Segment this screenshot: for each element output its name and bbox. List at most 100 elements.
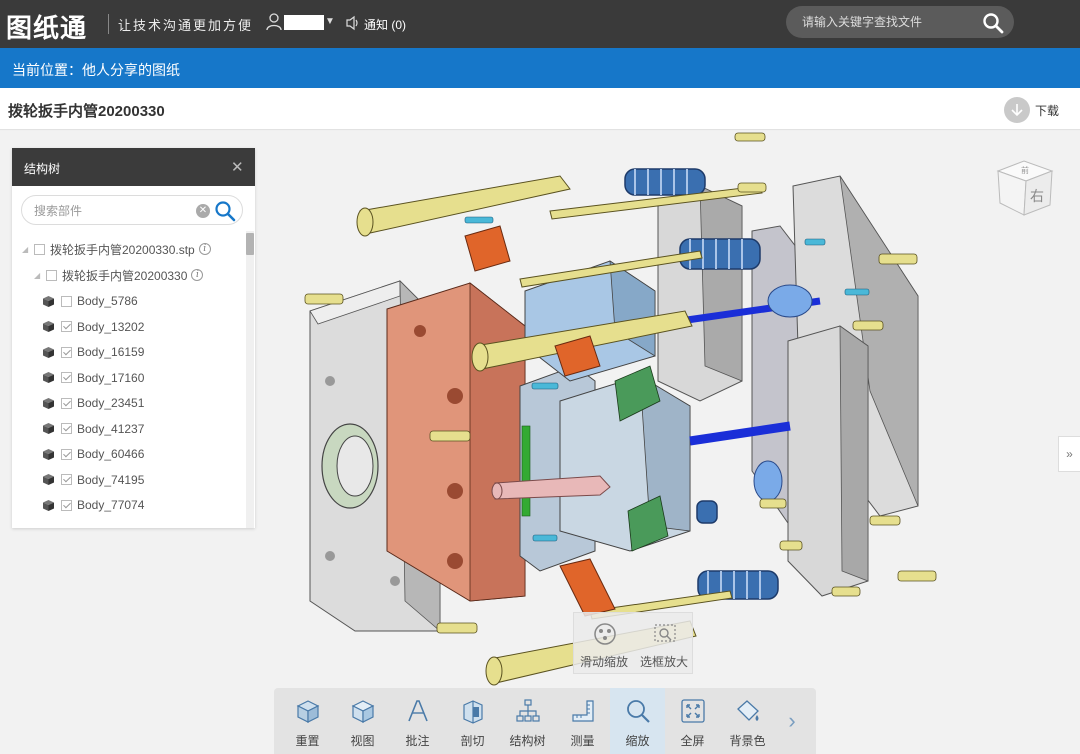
view-cube-top-label: 前 [1021, 165, 1029, 175]
header-search-input[interactable] [802, 14, 972, 30]
tree-node-body[interactable]: Body_23451 [42, 392, 144, 414]
expand-panel-tab[interactable]: » [1058, 436, 1080, 472]
tree-node-body[interactable]: Body_13202 [42, 316, 144, 338]
section-label: 剖切 [460, 734, 485, 748]
fullscreen-label: 全屏 [680, 734, 705, 748]
tree-node-label: Body_17160 [77, 370, 145, 385]
logo-divider [108, 14, 109, 34]
tree-header: 结构树 ✕ [12, 148, 255, 186]
app-logo[interactable]: 图纸通 [6, 8, 87, 45]
body-cube-icon [43, 423, 54, 434]
view-label: 视图 [350, 734, 375, 748]
search-icon[interactable] [982, 12, 1004, 34]
chevron-right-icon[interactable]: › [780, 708, 804, 734]
caret-down-icon[interactable]: ◢ [34, 271, 42, 280]
tree-checkbox[interactable] [61, 346, 72, 358]
reset-button[interactable]: 重置 [280, 688, 335, 754]
tree-node-label: Body_41237 [77, 421, 145, 436]
box-zoom-option[interactable]: 选框放大 [634, 613, 694, 675]
tree-scrollbar-thumb[interactable] [246, 233, 254, 255]
tree-node-body[interactable]: Body_77074 [42, 494, 144, 516]
caret-down-icon[interactable]: ◢ [22, 245, 30, 254]
reset-label: 重置 [295, 734, 320, 748]
download-icon [1004, 97, 1030, 123]
annotate-button[interactable]: 批注 [390, 688, 445, 754]
user-name-redacted[interactable] [284, 15, 324, 30]
magnifier-icon [627, 700, 650, 723]
tree-node-assembly[interactable]: ◢ 拨轮扳手内管20200330 i [34, 264, 204, 286]
body-cube-icon [43, 474, 54, 485]
search-icon[interactable] [214, 200, 236, 222]
tree-search-input[interactable] [34, 203, 184, 219]
tree-checkbox[interactable] [61, 295, 72, 307]
tree-node-body[interactable]: Body_60466 [42, 443, 144, 465]
tree-icon [516, 699, 540, 722]
tree-checkbox[interactable] [61, 423, 72, 434]
tree-checkbox[interactable] [46, 269, 57, 281]
structure-tree-panel: 结构树 ✕ ✕ ◢ 拨轮扳手内管20200330.stp i ◢ 拨轮扳手内管 [12, 148, 255, 528]
tree-node-label: 拨轮扳手内管20200330 [62, 268, 188, 283]
tree-checkbox[interactable] [61, 397, 72, 409]
tree-node-body[interactable]: Body_5786 [42, 290, 138, 312]
download-label: 下载 [1035, 104, 1060, 118]
tree-node-body[interactable]: Body_17160 [42, 367, 144, 389]
zoom-button[interactable]: 缩放 [610, 688, 665, 754]
speaker-icon[interactable] [346, 15, 360, 31]
tree-search: ✕ [21, 195, 243, 225]
view-button[interactable]: 视图 [335, 688, 390, 754]
box-zoom-label: 选框放大 [639, 655, 688, 669]
ruler-icon [572, 700, 594, 722]
breadcrumb: 当前位置：他人分享的图纸 [0, 48, 1080, 88]
reset-icon [296, 700, 320, 723]
tree-node-label: Body_77074 [77, 498, 145, 512]
notification-link[interactable]: 通知 (0) [364, 16, 406, 33]
box-zoom-icon [654, 624, 676, 642]
annotate-label: 批注 [405, 734, 430, 748]
fullscreen-button[interactable]: 全屏 [665, 688, 720, 754]
measure-button[interactable]: 测量 [555, 688, 610, 754]
model-viewer[interactable]: 结构树 ✕ ✕ ◢ 拨轮扳手内管20200330.stp i ◢ 拨轮扳手内管 [0, 131, 1080, 754]
slide-zoom-icon [594, 623, 616, 645]
zoom-options-popup: 滑动缩放 选框放大 [573, 612, 693, 674]
tree-scrollbar[interactable] [246, 231, 254, 528]
measure-label: 测量 [570, 734, 595, 748]
viewer-toolbar: 重置 视图 批注 剖切 结构树 测量 缩放 全屏 背景色 › [274, 688, 816, 754]
tree-node-root[interactable]: ◢ 拨轮扳手内管20200330.stp i [22, 238, 211, 260]
info-icon[interactable]: i [198, 243, 211, 255]
background-color-button[interactable]: 背景色 [720, 688, 775, 754]
header-search [786, 6, 1014, 38]
structure-tree-label: 结构树 [509, 734, 546, 748]
paint-bucket-icon [737, 700, 759, 721]
top-bar: 图纸通 让技术沟通更加方便 ▼ 通知 (0) [0, 0, 1080, 48]
clear-icon[interactable]: ✕ [196, 204, 210, 218]
body-cube-icon [43, 448, 54, 460]
body-cube-icon [43, 346, 54, 358]
body-cube-icon [43, 372, 54, 383]
section-icon [463, 700, 483, 724]
body-cube-icon [43, 321, 54, 332]
tree-checkbox[interactable] [61, 448, 72, 460]
tree-checkbox[interactable] [34, 243, 45, 255]
body-cube-icon [43, 499, 54, 511]
view-cube[interactable]: 前 右 [994, 153, 1058, 219]
tree-checkbox[interactable] [61, 321, 72, 332]
tree-checkbox[interactable] [61, 372, 72, 383]
tree-node-label: Body_60466 [77, 447, 145, 461]
info-icon[interactable]: i [191, 269, 204, 281]
tree-node-body[interactable]: Body_41237 [42, 418, 144, 440]
close-icon[interactable]: ✕ [231, 158, 244, 176]
breadcrumb-text: 当前位置：他人分享的图纸 [12, 62, 180, 78]
document-title-bar: 拨轮扳手内管20200330 下载 [0, 88, 1080, 130]
download-button[interactable]: 下载 [1004, 97, 1074, 123]
tree-node-body[interactable]: Body_16159 [42, 341, 144, 363]
user-icon[interactable] [266, 13, 282, 31]
tree-checkbox[interactable] [61, 474, 72, 485]
body-cube-icon [43, 295, 54, 307]
tree-checkbox[interactable] [61, 499, 72, 511]
structure-tree-button[interactable]: 结构树 [500, 688, 555, 754]
chevron-down-icon[interactable]: ▼ [325, 16, 335, 27]
tree-title: 结构树 [24, 162, 61, 176]
slide-zoom-option[interactable]: 滑动缩放 [574, 613, 634, 675]
section-button[interactable]: 剖切 [445, 688, 500, 754]
tree-node-body[interactable]: Body_74195 [42, 469, 144, 491]
